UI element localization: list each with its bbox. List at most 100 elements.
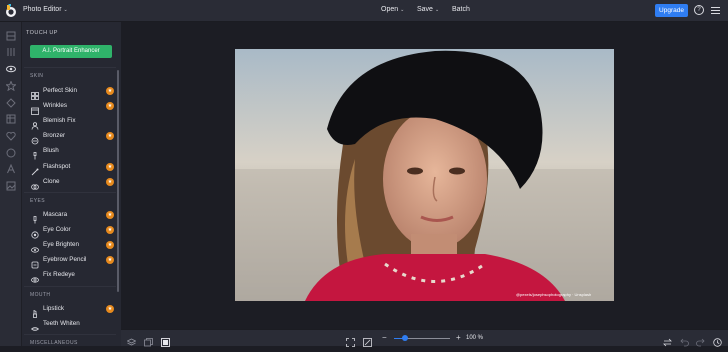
save-menu-label: Save	[417, 6, 433, 13]
tool-label: Clone	[43, 178, 60, 185]
tool-label: Flashspot	[43, 163, 71, 170]
history-clock-icon[interactable]	[713, 334, 722, 347]
redo-icon[interactable]	[696, 334, 705, 347]
star-icon[interactable]	[5, 78, 17, 92]
premium-star-icon: ★	[106, 102, 114, 110]
tool-category-rail	[0, 22, 22, 346]
swap-icon[interactable]	[663, 334, 672, 347]
tool-clone[interactable]: Clone ★	[31, 177, 114, 190]
touch-up-panel: TOUCH UP A.I. Portrait Enhancer SKIN Per…	[22, 22, 121, 346]
section-heading-eyes: EYES	[30, 198, 45, 204]
undo-icon[interactable]	[680, 334, 689, 347]
tool-label: Eye Brighten	[43, 241, 80, 248]
tool-eye-brighten[interactable]: Eye Brighten ★	[31, 240, 114, 253]
lipstick-icon	[31, 305, 39, 318]
premium-star-icon: ★	[106, 87, 114, 95]
premium-star-icon: ★	[106, 226, 114, 234]
chevron-down-icon: ⌄	[63, 7, 68, 13]
tool-eye-color[interactable]: Eye Color ★	[31, 225, 114, 239]
tool-flashspot[interactable]: Flashspot ★	[31, 162, 114, 176]
tool-wrinkles[interactable]: Wrinkles ★	[31, 101, 114, 115]
premium-star-icon: ★	[106, 178, 114, 186]
eye-color-icon	[31, 226, 39, 239]
tool-label: Bronzer	[43, 132, 66, 139]
edit-icon[interactable]	[6, 28, 16, 41]
tool-label: Blush	[43, 147, 59, 154]
open-menu-label: Open	[381, 6, 399, 13]
zoom-level-label: 100 %	[466, 335, 484, 341]
tool-bronzer[interactable]: Bronzer ★	[31, 131, 114, 145]
panel-scrollbar[interactable]	[117, 70, 119, 292]
tool-blemish-fix[interactable]: Blemish Fix	[31, 116, 114, 130]
app-name-dropdown[interactable]: Photo Editor ⌄	[23, 6, 68, 13]
ai-portrait-enhancer-button[interactable]: A.I. Portrait Enhancer	[30, 45, 112, 58]
tool-label: Eye Color	[43, 226, 71, 233]
save-menu[interactable]: Save ⌄	[417, 6, 439, 13]
tool-lipstick[interactable]: Lipstick ★	[31, 304, 114, 318]
mascara-icon	[31, 211, 39, 224]
tool-perfect-skin[interactable]: Perfect Skin ★	[31, 86, 114, 100]
wand-icon	[31, 163, 39, 176]
tool-teeth-whiten[interactable]: Teeth Whiten	[30, 319, 114, 331]
grid-icon	[31, 87, 39, 100]
photo-credit: @pexels/josephsophotography · Unsplash	[516, 292, 592, 297]
chevron-down-icon: ⌄	[400, 7, 405, 13]
zoom-slider-knob[interactable]	[402, 335, 409, 341]
overlay-icon[interactable]	[6, 95, 16, 108]
tool-eyebrow-pencil[interactable]: Eyebrow Pencil ★	[31, 255, 114, 269]
clone-icon	[31, 178, 39, 190]
redeye-icon	[31, 271, 39, 283]
top-bar: Photo Editor ⌄ Open ⌄ Save ⌄ Batch Upgrade …	[0, 0, 728, 22]
upgrade-button[interactable]: Upgrade	[655, 4, 688, 17]
panel-title: TOUCH UP	[26, 30, 58, 36]
text-icon[interactable]	[6, 161, 16, 174]
tool-label: Eyebrow Pencil	[43, 256, 87, 263]
open-menu[interactable]: Open ⌄	[381, 6, 404, 13]
heart-icon[interactable]	[6, 128, 16, 141]
section-heading-skin: SKIN	[30, 73, 44, 79]
fit-screen-icon[interactable]	[346, 334, 355, 347]
premium-star-icon: ★	[106, 241, 114, 249]
section-heading-mouth: MOUTH	[30, 292, 51, 298]
premium-star-icon: ★	[106, 132, 114, 140]
premium-star-icon: ★	[106, 305, 114, 313]
help-icon[interactable]: ?	[694, 5, 704, 15]
tool-fix-redeye[interactable]: Fix Redeye	[31, 270, 114, 283]
tool-mascara[interactable]: Mascara ★	[31, 210, 114, 224]
bronzer-icon	[31, 132, 39, 145]
hamburger-menu-icon[interactable]	[711, 7, 720, 15]
zoom-out-button[interactable]: −	[382, 333, 387, 342]
frame-icon[interactable]	[6, 145, 16, 158]
calendar-icon	[31, 102, 39, 115]
tool-label: Fix Redeye	[43, 271, 75, 278]
pencil-icon	[31, 256, 39, 269]
batch-menu[interactable]: Batch	[452, 6, 470, 13]
teeth-icon	[30, 320, 40, 331]
adjust-icon[interactable]	[6, 44, 16, 56]
app-name-label: Photo Editor	[23, 6, 62, 13]
tool-blush[interactable]: Blush	[31, 146, 114, 160]
bottom-toolbar: − + 100 %	[121, 329, 728, 347]
history-icon[interactable]	[144, 334, 153, 347]
premium-star-icon: ★	[106, 211, 114, 219]
texture-icon[interactable]	[6, 111, 16, 124]
tool-label: Mascara	[43, 211, 68, 218]
section-heading-miscellaneous: MISCELLANEOUS	[30, 340, 78, 346]
portrait-photo[interactable]	[235, 49, 614, 301]
image-icon[interactable]	[6, 178, 16, 191]
people-icon	[31, 117, 39, 130]
zoom-slider[interactable]	[394, 335, 450, 341]
divider	[24, 192, 116, 193]
tool-label: Wrinkles	[43, 102, 68, 109]
compare-icon[interactable]	[161, 334, 170, 347]
eye-brighten-icon	[31, 241, 39, 253]
tool-label: Lipstick	[43, 305, 64, 312]
app-logo[interactable]	[5, 4, 17, 18]
premium-star-icon: ★	[106, 163, 114, 171]
eye-icon[interactable]	[6, 61, 16, 73]
actual-size-icon[interactable]	[363, 334, 372, 347]
divider	[24, 286, 116, 287]
zoom-in-button[interactable]: +	[456, 333, 461, 342]
divider	[24, 67, 116, 68]
layers-icon[interactable]	[126, 334, 137, 346]
